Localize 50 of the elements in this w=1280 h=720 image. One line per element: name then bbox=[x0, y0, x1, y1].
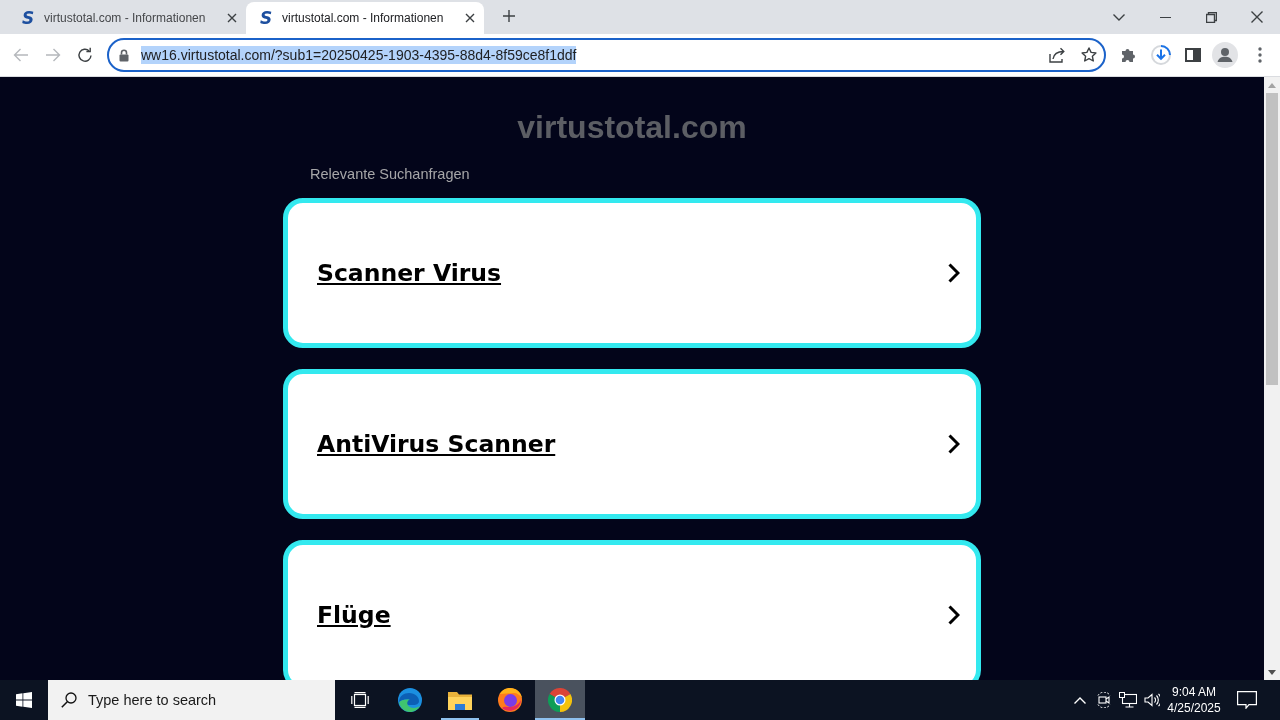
share-icon[interactable] bbox=[1048, 47, 1066, 63]
profile-avatar-icon[interactable] bbox=[1212, 42, 1238, 68]
suggestion-card[interactable]: Scanner Virus bbox=[283, 198, 981, 348]
star-icon[interactable] bbox=[1081, 47, 1097, 63]
folder-icon bbox=[448, 690, 472, 710]
suggestion-link[interactable]: AntiVirus Scanner bbox=[317, 429, 556, 459]
close-icon[interactable] bbox=[227, 13, 237, 23]
network-monitor-icon[interactable] bbox=[1119, 692, 1137, 708]
puzzle-icon[interactable] bbox=[1121, 47, 1137, 63]
suggestion-link[interactable]: Scanner Virus bbox=[317, 258, 502, 288]
menu-icon[interactable] bbox=[1258, 47, 1262, 63]
suggestion-link[interactable]: Flüge bbox=[317, 600, 391, 630]
swirl-browser-icon bbox=[398, 688, 422, 712]
favicon-letter: S bbox=[20, 9, 36, 27]
minimize-icon[interactable] bbox=[1159, 16, 1171, 18]
url-text[interactable]: ww16.virtustotal.com/?sub1=20250425-1903-4395-88d4-8f59ce8f1ddf bbox=[141, 46, 577, 64]
suggestion-card[interactable]: AntiVirus Scanner bbox=[283, 369, 981, 519]
taskbar-search-field[interactable]: Type here to search bbox=[48, 680, 335, 720]
chevron-right-icon bbox=[948, 605, 960, 625]
download-icon[interactable] bbox=[1151, 45, 1171, 65]
camera-icon[interactable] bbox=[1096, 692, 1112, 708]
chevron-up-icon[interactable] bbox=[1074, 696, 1086, 704]
clock-time[interactable]: 9:04 AM bbox=[1172, 684, 1216, 700]
speaker-icon[interactable] bbox=[1144, 692, 1160, 708]
suggestion-card[interactable]: Flüge bbox=[283, 540, 981, 680]
fox-globe-icon bbox=[498, 688, 522, 712]
reload-icon[interactable] bbox=[77, 47, 93, 63]
windows-logo-icon[interactable] bbox=[16, 692, 32, 708]
chevron-down-icon[interactable] bbox=[1113, 13, 1125, 21]
lock-icon[interactable] bbox=[119, 48, 129, 62]
restore-icon[interactable] bbox=[1205, 11, 1217, 23]
search-icon bbox=[61, 692, 77, 708]
clock-date[interactable]: 4/25/2025 bbox=[1167, 700, 1221, 716]
favicon-letter: S bbox=[258, 9, 274, 27]
close-icon[interactable] bbox=[465, 13, 475, 23]
chevron-right-icon bbox=[948, 263, 960, 283]
side-panel-icon[interactable] bbox=[1185, 48, 1201, 62]
address-bar[interactable]: ww16.virtustotal.com/?sub1=20250425-1903-4395-88d4-8f59ce8f1ddf bbox=[107, 38, 1106, 72]
section-label: Relevante Suchanfragen bbox=[310, 166, 471, 183]
close-icon[interactable] bbox=[1251, 11, 1263, 23]
scroll-down-icon[interactable] bbox=[1268, 669, 1276, 675]
task-view-icon bbox=[351, 692, 369, 708]
plus-icon[interactable] bbox=[503, 9, 515, 22]
notification-icon[interactable] bbox=[1237, 691, 1257, 709]
browser-tab[interactable]: S virtustotal.com - Informationen bbox=[8, 2, 246, 34]
scrollbar[interactable] bbox=[1264, 77, 1280, 680]
tricolor-circle-icon bbox=[548, 688, 572, 712]
site-title: virtustotal.com bbox=[516, 109, 748, 145]
browser-tab[interactable]: S virtustotal.com - Informationen bbox=[246, 2, 484, 34]
chevron-right-icon bbox=[948, 434, 960, 454]
